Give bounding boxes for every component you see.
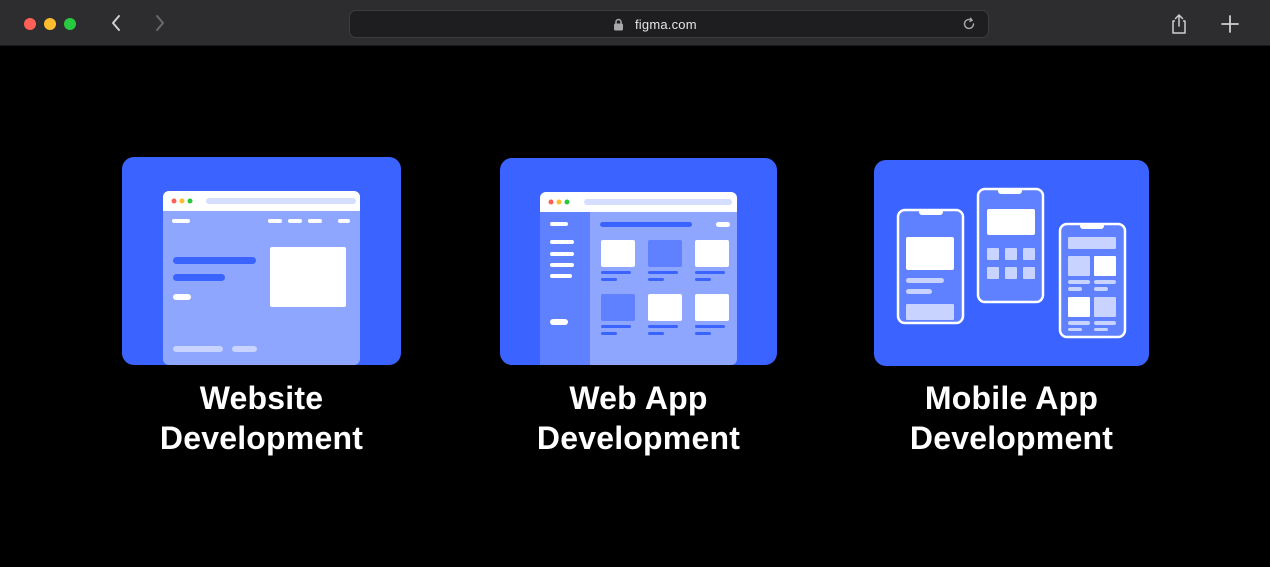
service-title: Mobile App Development [874,378,1149,458]
service-title-line2: Development [159,420,364,456]
url-text: figma.com [635,17,697,32]
service-title-line2: Development [536,420,741,456]
web-app-illustration [500,158,777,365]
minimize-window-button[interactable] [44,18,56,30]
service-title-line1: Mobile App [924,380,1099,416]
address-bar[interactable]: figma.com [349,10,989,38]
service-title-line1: Website [199,380,324,416]
chevron-right-icon [156,15,164,31]
plus-icon[interactable] [1218,12,1242,36]
service-title-line1: Web App [569,380,708,416]
reload-icon[interactable] [962,17,976,31]
browser-toolbar: figma.com [0,0,1270,46]
dashboard-window-icon [540,192,737,365]
share-icon[interactable] [1168,12,1190,36]
service-title: Website Development [122,378,401,458]
lock-icon [614,18,623,31]
service-title: Web App Development [500,378,777,458]
chevron-left-icon [112,15,120,31]
mobile-app-illustration [874,160,1149,366]
website-illustration [122,157,401,365]
back-button[interactable] [104,11,128,35]
forward-button[interactable] [148,11,172,35]
zoom-window-button[interactable] [64,18,76,30]
browser-window-icon [163,191,360,365]
phones-icon [896,187,1127,339]
close-window-button[interactable] [24,18,36,30]
service-title-line2: Development [909,420,1114,456]
